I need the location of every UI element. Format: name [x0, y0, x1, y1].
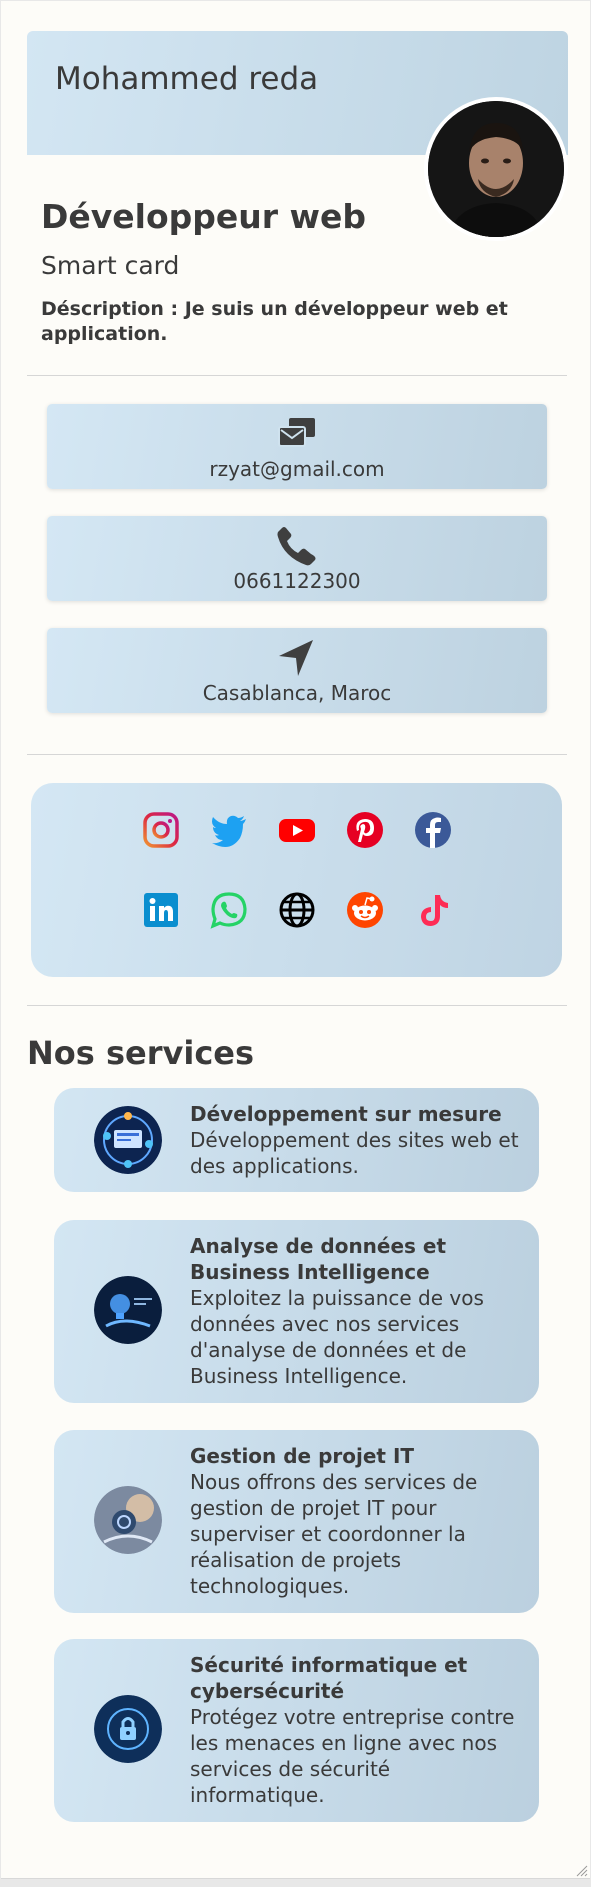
- service-description: Développement des sites web et des appli…: [190, 1128, 519, 1178]
- avatar: [424, 97, 568, 241]
- location-text: Casablanca, Maroc: [202, 681, 392, 705]
- phone-text: 0661122300: [233, 569, 361, 593]
- twitter-icon[interactable]: [210, 811, 248, 849]
- divider: [27, 375, 567, 376]
- service-card[interactable]: Développement sur mesure Développement d…: [54, 1088, 539, 1192]
- service-card[interactable]: Sécurité informatique et cybersécurité P…: [54, 1639, 539, 1822]
- instagram-icon[interactable]: [142, 811, 180, 849]
- service-card[interactable]: Gestion de projet IT Nous offrons des se…: [54, 1430, 539, 1613]
- globe-icon[interactable]: [278, 891, 316, 929]
- facebook-icon[interactable]: [414, 811, 452, 849]
- linkedin-icon[interactable]: [142, 891, 180, 929]
- service-text: Gestion de projet IT Nous offrons des se…: [190, 1443, 530, 1599]
- service-card[interactable]: Analyse de données et Business Intellige…: [54, 1220, 539, 1403]
- service-text: Analyse de données et Business Intellige…: [190, 1233, 530, 1389]
- divider: [27, 1005, 567, 1006]
- service-description: Protégez votre entreprise contre les men…: [190, 1705, 515, 1807]
- service-name: Développement sur mesure: [190, 1102, 502, 1126]
- services-title: Nos services: [27, 1034, 255, 1072]
- service-description: Exploitez la puissance de vos données av…: [190, 1286, 484, 1388]
- divider: [27, 754, 567, 755]
- profile-title: Développeur web: [41, 197, 367, 236]
- email-contact-button[interactable]: rzyat@gmail.com: [47, 404, 547, 489]
- social-links: [31, 783, 562, 977]
- service-text: Sécurité informatique et cybersécurité P…: [190, 1652, 530, 1808]
- location-arrow-icon: [275, 636, 319, 680]
- email-text: rzyat@gmail.com: [209, 457, 385, 481]
- envelopes-icon: [275, 412, 319, 456]
- profile-description: Déscription : Je suis un développeur web…: [41, 298, 508, 345]
- profile-name: Mohammed reda: [55, 61, 319, 97]
- cybersecurity-thumbnail: [94, 1695, 162, 1763]
- smart-card: Mohammed reda Développeur web Smart card…: [1, 1, 590, 1879]
- service-name: Gestion de projet IT: [190, 1444, 415, 1468]
- profile-subtitle: Smart card: [41, 251, 180, 280]
- resize-handle[interactable]: [574, 1862, 588, 1877]
- phone-contact-button[interactable]: 0661122300: [47, 516, 547, 601]
- whatsapp-icon[interactable]: [210, 891, 248, 929]
- service-name: Sécurité informatique et cybersécurité: [190, 1653, 468, 1703]
- phone-icon: [275, 524, 319, 568]
- youtube-icon[interactable]: [278, 811, 316, 849]
- web-development-thumbnail: [94, 1106, 162, 1174]
- pinterest-icon[interactable]: [346, 811, 384, 849]
- service-text: Développement sur mesure Développement d…: [190, 1101, 530, 1179]
- business-intelligence-thumbnail: [94, 1276, 162, 1344]
- project-management-thumbnail: [94, 1486, 162, 1554]
- profile-photo: [428, 101, 564, 237]
- reddit-icon[interactable]: [346, 891, 384, 929]
- location-contact-button[interactable]: Casablanca, Maroc: [47, 628, 547, 713]
- tiktok-icon[interactable]: [414, 891, 452, 929]
- service-description: Nous offrons des services de gestion de …: [190, 1470, 478, 1598]
- service-name: Analyse de données et Business Intellige…: [190, 1234, 447, 1284]
